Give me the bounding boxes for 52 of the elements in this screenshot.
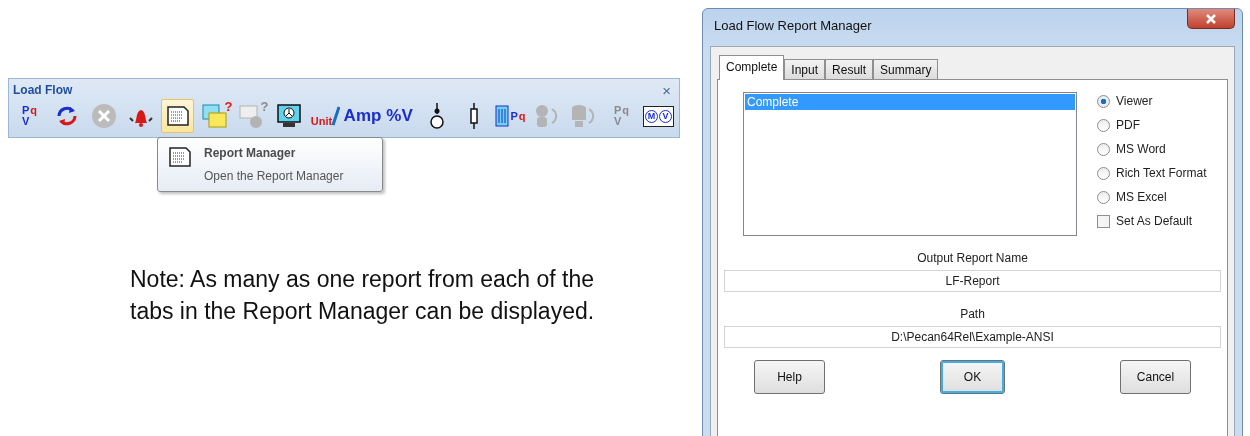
question-mark: ? (224, 99, 233, 114)
path-field[interactable]: D:\Pecan64Rel\Example-ANSI (724, 326, 1221, 348)
radio-button[interactable] (1097, 142, 1110, 156)
toolbar-button[interactable]: Unit (309, 99, 342, 133)
monitor-icon (275, 103, 302, 129)
report-name-field[interactable]: LF-Report (724, 270, 1221, 292)
dialog-button[interactable]: OK (940, 360, 1005, 394)
letters: Pq V (21, 105, 38, 127)
toolbar-button[interactable]: %V (383, 99, 416, 133)
radio-button[interactable] (1097, 166, 1110, 180)
branch-symbol-icon (467, 102, 480, 130)
tab[interactable]: Complete (719, 55, 785, 80)
check-icon (332, 105, 341, 127)
radio-button[interactable] (1097, 94, 1110, 108)
close-button[interactable] (1187, 9, 1235, 29)
note-text: Note: As many as one report from each of the tabs in the Report Manager can be displayed. (130, 265, 596, 326)
field-label: Path (959, 307, 986, 321)
tooltip-description: Open the Report Manager (204, 169, 344, 183)
radio-label: Rich Text Format (1116, 166, 1207, 180)
load-symbol-icon (428, 102, 445, 130)
letters: Pq V (613, 105, 630, 127)
toolbar-button[interactable]: Amp (346, 99, 379, 133)
toolbar-title: Load Flow (13, 83, 73, 97)
tab[interactable]: Summary (873, 59, 939, 80)
toolbar-button[interactable]: Pq (494, 99, 527, 133)
document-icon (165, 105, 190, 127)
tab[interactable]: Result (825, 59, 874, 80)
close-icon (1206, 13, 1216, 24)
toolbar-button[interactable]: ? (198, 99, 231, 133)
toolbar-button[interactable]: Pq V (13, 99, 46, 133)
checkbox-label: Set As Default (1116, 214, 1193, 228)
radio-label: MS Word (1116, 142, 1166, 156)
field-label: Output Report Name (916, 251, 1029, 265)
close-button[interactable]: × (660, 82, 673, 98)
dialog-button[interactable]: Help (754, 360, 825, 394)
dialog-button[interactable]: Cancel (1120, 360, 1191, 394)
checkbox[interactable] (1097, 214, 1110, 228)
tooltip-title: Report Manager (204, 146, 297, 160)
radio-button[interactable] (1097, 118, 1110, 132)
table-icon (495, 105, 510, 127)
cross-circle-icon (90, 103, 117, 129)
toolbar-button[interactable] (161, 99, 194, 133)
document-icon (168, 146, 192, 168)
radio-label: MS Excel (1116, 190, 1167, 204)
radio-button[interactable] (1097, 190, 1110, 204)
window-title: Load Flow Report Manager (714, 18, 872, 33)
unit-label: Unit (310, 115, 333, 127)
radio-label: Viewer (1116, 94, 1153, 108)
question-mark: ? (260, 99, 269, 114)
tab[interactable]: Input (784, 59, 826, 80)
radio-label: PDF (1116, 118, 1140, 132)
letters: Pq (510, 110, 526, 122)
